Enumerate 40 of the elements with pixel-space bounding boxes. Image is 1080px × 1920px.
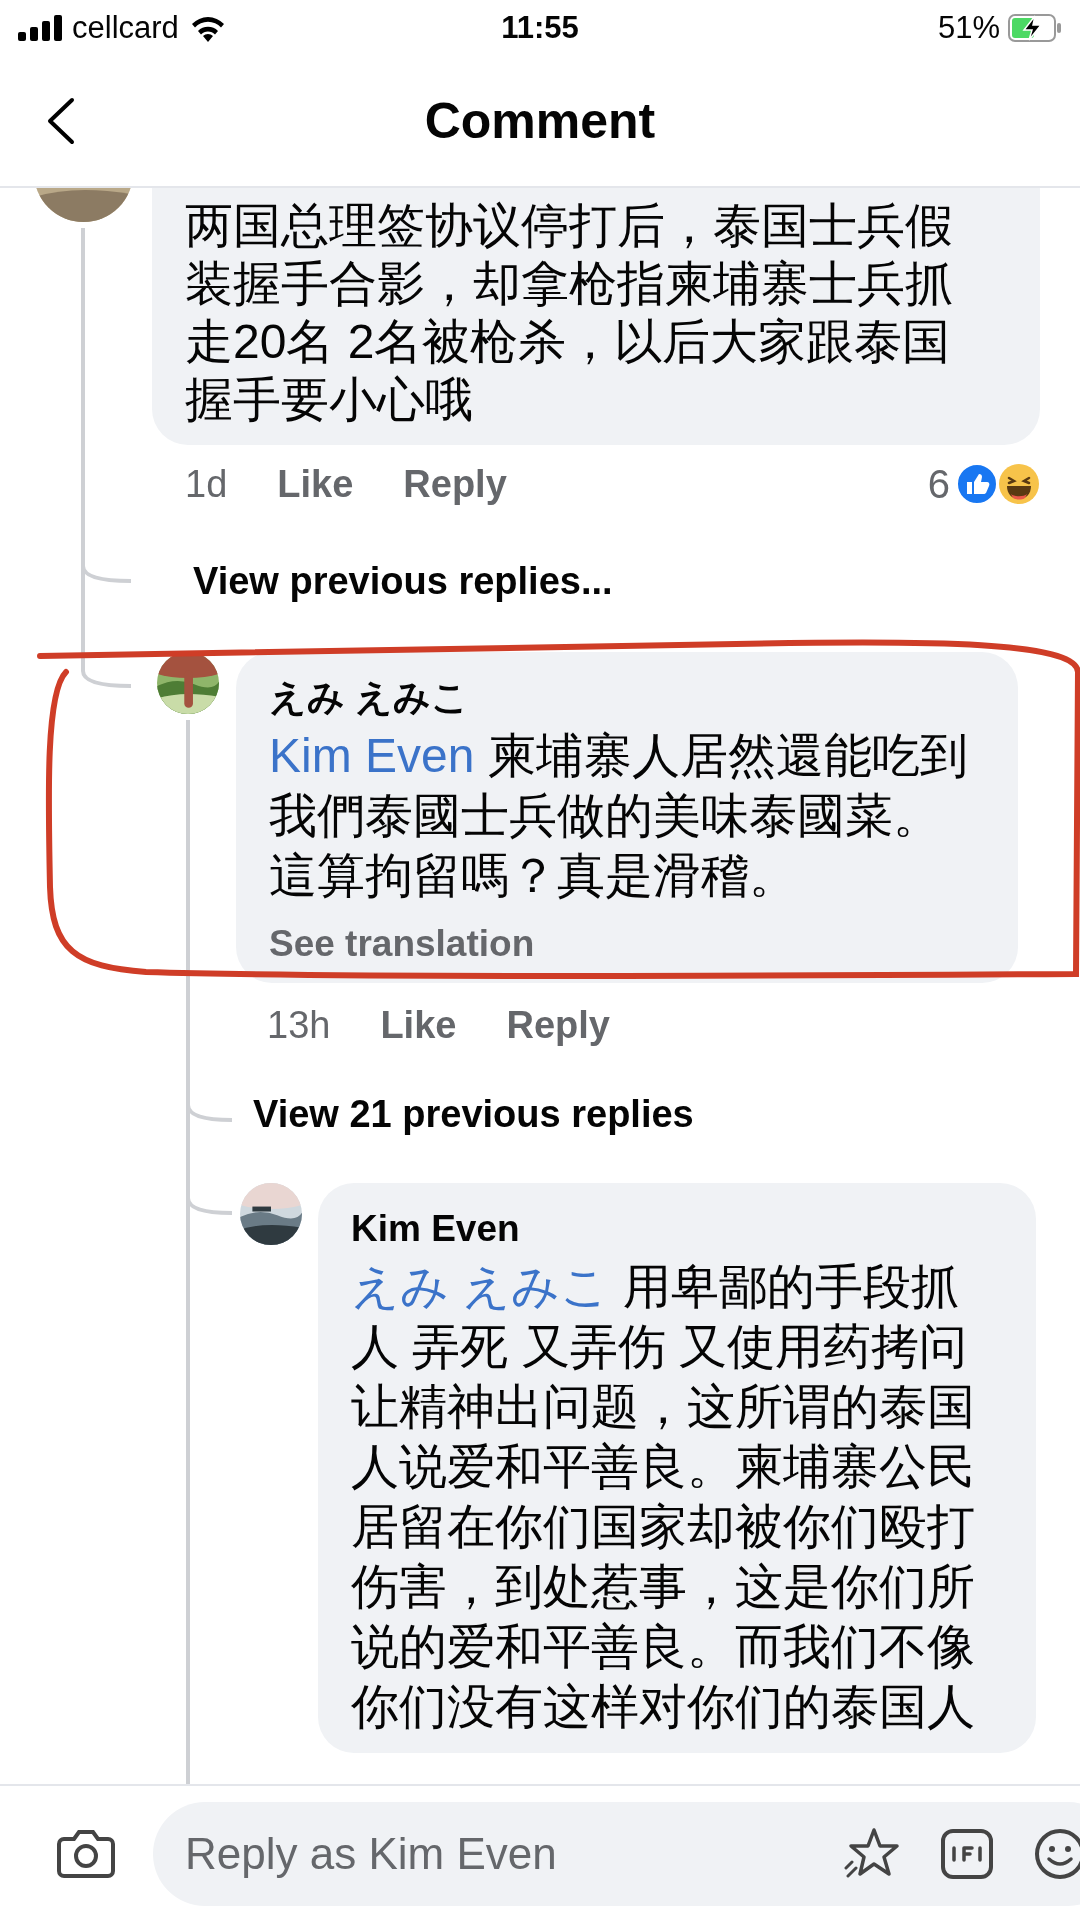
see-translation-link[interactable]: See translation: [269, 921, 988, 967]
action-link[interactable]: Reply: [403, 462, 507, 506]
author-name[interactable]: Kim Even: [351, 1207, 1006, 1251]
comment-text-line: 這算拘留嗎？真是滑稽。: [269, 848, 798, 904]
view-replies-link[interactable]: View previous replies...: [193, 558, 613, 604]
comment-text-line: 两国总理签协议停打后，泰国士兵假: [185, 198, 954, 254]
gif-icon[interactable]: [940, 1827, 994, 1880]
comment-text-line: 人 弄死 又弄伤 又使用药拷问: [351, 1319, 968, 1375]
view-replies-link[interactable]: View 21 previous replies: [253, 1091, 694, 1137]
comment-text-line: えみ えみこ 用卑鄙的手段抓: [351, 1259, 960, 1315]
comment-text-line: 我們泰國士兵做的美味泰國菜。: [269, 788, 942, 844]
comment-time: 13h: [267, 1003, 331, 1047]
comment-text-line: 居留在你们国家却被你们殴打: [351, 1499, 976, 1555]
comment-time: 1d: [185, 462, 228, 506]
battery-percent: 51%: [937, 10, 1000, 46]
comment-text-line: 人说爱和平善良。柬埔寨公民: [351, 1439, 976, 1495]
laughing-face-icon: [998, 463, 1040, 505]
camera-icon[interactable]: [56, 1828, 116, 1879]
comment-text-line: 你们没有这样对你们的泰国人: [351, 1679, 976, 1735]
comment-text-line: 装握手合影，却拿枪指柬埔寨士兵抓: [185, 256, 954, 312]
signal-icon: [18, 15, 62, 41]
reaction-count: 6: [927, 461, 950, 507]
emoji-icon[interactable]: [1034, 1827, 1080, 1880]
action-link[interactable]: Like: [277, 462, 354, 506]
comment-text-line: 握手要小心哦: [185, 372, 474, 428]
mention-link[interactable]: Kim Even: [269, 729, 475, 782]
action-link[interactable]: Like: [380, 1003, 457, 1047]
comment-text-line: Kim Even 柬埔寨人居然還能吃到: [269, 728, 969, 784]
carrier-name: cellcard: [72, 10, 179, 46]
reply-field[interactable]: Reply as Kim Even: [153, 1801, 1080, 1906]
action-link[interactable]: Reply: [506, 1003, 610, 1047]
thumbs-up-icon: [956, 463, 998, 505]
clock-time: 11:55: [501, 10, 579, 45]
mention-link[interactable]: えみ えみこ: [351, 1260, 610, 1313]
comment-text-line: 伤害，到处惹事，这是你们所: [351, 1559, 976, 1615]
comment-text-line: 让精神出问题，这所谓的泰国: [351, 1379, 976, 1435]
page-title: Comment: [424, 92, 656, 150]
author-name[interactable]: えみ えみこ: [269, 676, 988, 720]
comment-text-line: 说的爱和平善良。而我们不像: [351, 1619, 976, 1675]
comment-text-line: 走20名 2名被枪杀，以后大家跟泰国: [185, 314, 952, 370]
